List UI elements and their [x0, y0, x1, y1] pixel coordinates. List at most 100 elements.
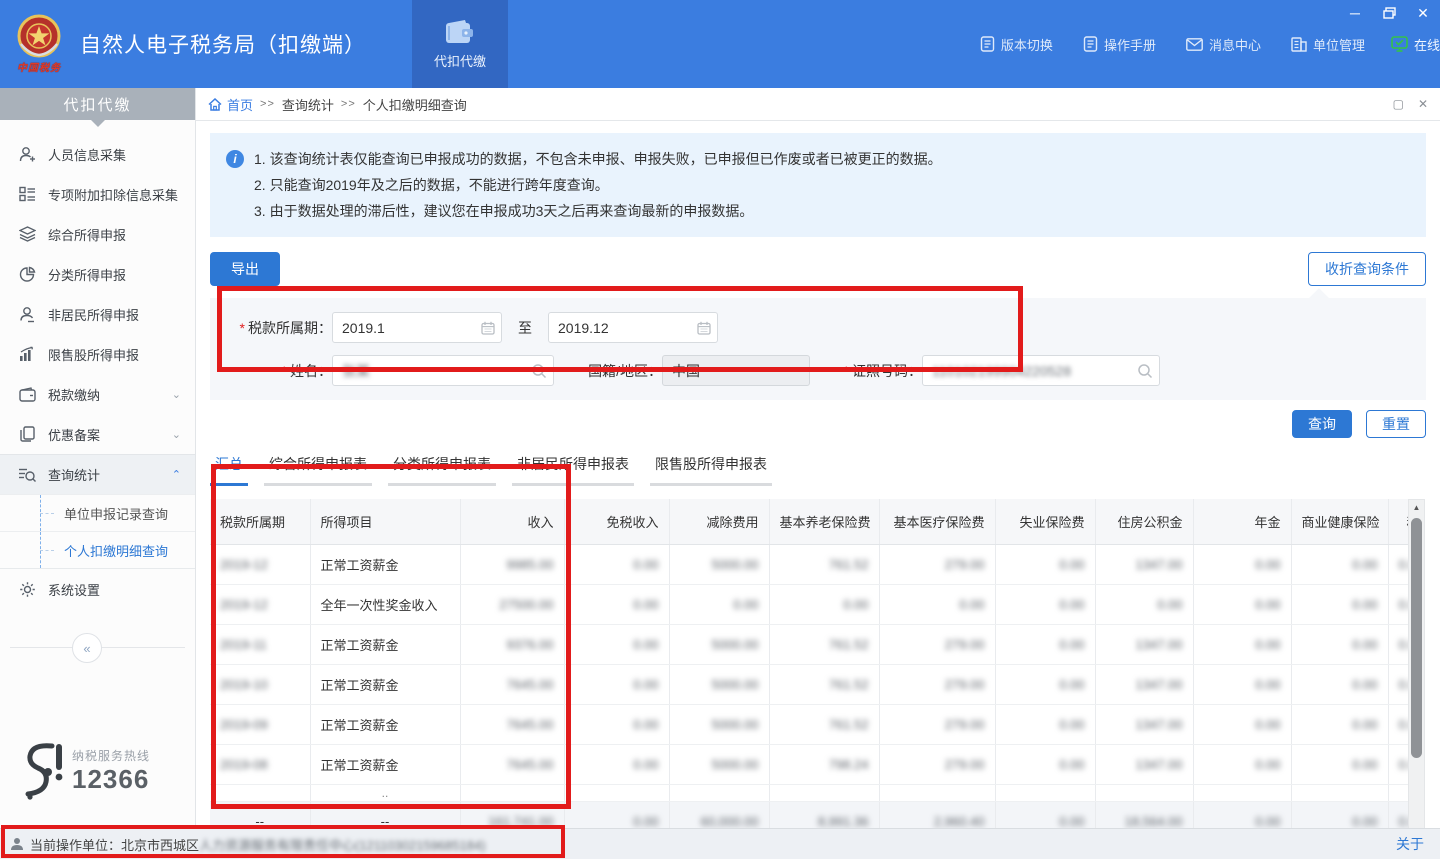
- sidebar-item-tax-payment[interactable]: 税款缴纳⌄: [0, 374, 195, 414]
- hotline-block: 纳税服务热线 12366: [18, 742, 150, 800]
- sidebar-item-special-deduction[interactable]: 专项附加扣除信息采集: [0, 174, 195, 214]
- collapse-query-button[interactable]: 收折查询条件: [1308, 252, 1426, 286]
- notice-lines: 1. 该查询统计表仅能查询已申报成功的数据，不包含未申报、申报失败，已申报但已作…: [254, 146, 942, 224]
- restore-button[interactable]: [1380, 4, 1398, 22]
- wallet-icon: [18, 385, 36, 403]
- table-row[interactable]: 2019-12正常工资薪金9985.000.005000.00761.52279…: [210, 544, 1408, 584]
- top-link-label: 操作手册: [1104, 35, 1156, 54]
- tab-classified[interactable]: 分类所得申报表: [388, 454, 496, 486]
- sidebar-item-classified-income[interactable]: 分类所得申报: [0, 254, 195, 294]
- hotline-label: 纳税服务热线: [72, 747, 150, 764]
- table-row[interactable]: 2019-10正常工资薪金7645.000.005000.00761.52279…: [210, 664, 1408, 704]
- blurred-cell-value: 0.00: [633, 557, 658, 572]
- period-label: 税款所属期：: [210, 318, 332, 338]
- pane-close-icon[interactable]: ✕: [1418, 97, 1428, 111]
- blurred-cell-value: 0.00: [633, 717, 658, 732]
- blurred-cell-value: 9376.00: [507, 637, 554, 652]
- result-table: 税款所属期所得项目收入免税收入减除费用基本养老保险费基本医疗保险费失业保险费住房…: [210, 499, 1408, 828]
- query-button[interactable]: 查询: [1292, 410, 1352, 438]
- blurred-cell-value: 279.00: [945, 717, 985, 732]
- top-link-message-center[interactable]: 消息中心: [1186, 35, 1261, 54]
- tab-withholding-label: 代扣代缴: [434, 51, 486, 70]
- totals-blurred-value: 2,960.40: [934, 814, 985, 829]
- blurred-cell-value: 2019-12: [220, 557, 268, 572]
- period-to-input[interactable]: 2019.12: [548, 312, 718, 343]
- current-unit-prefix: 当前操作单位：: [30, 835, 121, 854]
- top-link-manual[interactable]: 操作手册: [1083, 35, 1156, 54]
- name-label: 姓名：: [210, 361, 332, 381]
- home-icon: [208, 98, 222, 111]
- person-plus-icon: [18, 145, 36, 163]
- vertical-scrollbar[interactable]: ▲ ▼: [1408, 499, 1425, 828]
- minimize-button[interactable]: ─: [1346, 4, 1364, 22]
- top-link-version-switch[interactable]: 版本切换: [980, 35, 1053, 54]
- pane-maximize-icon[interactable]: ▢: [1393, 97, 1404, 111]
- scroll-down-arrow[interactable]: ▼: [1409, 825, 1424, 828]
- notice-box: i 1. 该查询统计表仅能查询已申报成功的数据，不包含未申报、申报失败，已申报但…: [210, 133, 1426, 237]
- blurred-cell-value: 0.00: [633, 597, 658, 612]
- search-icon[interactable]: [531, 363, 547, 379]
- table-row[interactable]: 2019-11正常工资薪金9376.000.005000.00761.52279…: [210, 624, 1408, 664]
- sidebar-item-personnel-info[interactable]: 人员信息采集: [0, 134, 195, 174]
- sidebar-collapse-button[interactable]: «: [72, 633, 102, 663]
- close-button[interactable]: ✕: [1414, 4, 1432, 22]
- totals-blurred-value: 0.00: [1352, 814, 1377, 829]
- sidebar-item-comprehensive-income[interactable]: 综合所得申报: [0, 214, 195, 254]
- scroll-up-arrow[interactable]: ▲: [1409, 500, 1424, 514]
- period-to-value: 2019.12: [558, 320, 609, 336]
- period-from-input[interactable]: 2019.1: [332, 312, 502, 343]
- column-header: 基本医疗保险费: [879, 499, 995, 544]
- search-icon[interactable]: [1137, 363, 1153, 379]
- vertical-scroll-thumb[interactable]: [1411, 518, 1422, 758]
- blurred-cell-value: 0.00: [1399, 557, 1409, 572]
- breadcrumb-home[interactable]: 首页: [208, 95, 253, 114]
- sidebar-item-nonresident-income[interactable]: 非居民所得申报: [0, 294, 195, 334]
- sidebar-item-system-settings[interactable]: 系统设置: [0, 569, 195, 609]
- sidebar-item-label: 综合所得申报: [48, 225, 181, 244]
- copy-icon: [18, 425, 36, 443]
- sidebar-subitem-individual-withholding-query[interactable]: 个人扣缴明细查询: [0, 531, 195, 568]
- column-header: 收入: [460, 499, 564, 544]
- blurred-cell-value: 0.00: [1059, 637, 1084, 652]
- sidebar-subitem-label: 个人扣缴明细查询: [64, 541, 168, 560]
- sidebar-item-restricted-stock[interactable]: 限售股所得申报: [0, 334, 195, 374]
- totals-blurred-value: 8,991.36: [818, 814, 869, 829]
- reset-button[interactable]: 重置: [1366, 410, 1426, 438]
- table-row[interactable]: 2019-09正常工资薪金7645.000.005000.00761.52279…: [210, 704, 1408, 744]
- blurred-cell-value: 0.00: [733, 597, 758, 612]
- income-item-cell: 正常工资薪金: [321, 718, 399, 733]
- window-controls: ─ ✕: [1346, 4, 1432, 22]
- tab-nonresident[interactable]: 非居民所得申报表: [512, 454, 634, 486]
- top-link-unit-management[interactable]: 单位管理: [1291, 35, 1365, 54]
- chevron-up-icon: ⌃: [172, 468, 181, 481]
- blurred-cell-value: 0.00: [1352, 637, 1377, 652]
- tax-emblem-icon: [17, 14, 61, 58]
- blurred-cell-value: 0.00: [1059, 757, 1084, 772]
- about-link[interactable]: 关于: [1396, 834, 1424, 854]
- sidebar-subitem-unit-report-query[interactable]: 单位申报记录查询: [0, 494, 195, 531]
- calendar-icon[interactable]: [697, 321, 711, 335]
- blurred-cell-value: 27500.00: [499, 597, 553, 612]
- name-input[interactable]: 张某: [332, 355, 554, 386]
- blurred-cell-value: 0.00: [1059, 557, 1084, 572]
- mail-icon: [1186, 38, 1203, 51]
- blurred-cell-value: 0.00: [1255, 557, 1280, 572]
- tab-withholding[interactable]: 代扣代缴: [412, 0, 508, 88]
- table-row[interactable]: 2019-12全年一次性奖金收入27500.000.000.000.000.00…: [210, 584, 1408, 624]
- blurred-cell-value: 798.24: [829, 757, 869, 772]
- sidebar-header: 代扣代缴: [0, 88, 195, 120]
- export-button[interactable]: 导出: [210, 252, 280, 286]
- totals-placeholder: --: [381, 814, 390, 829]
- tab-comprehensive[interactable]: 综合所得申报表: [264, 454, 372, 486]
- sidebar-item-query-statistics[interactable]: 查询统计⌃: [0, 454, 195, 494]
- tab-restricted-stock[interactable]: 限售股所得申报表: [650, 454, 772, 486]
- sidebar-item-preference-filing[interactable]: 优惠备案⌄: [0, 414, 195, 454]
- result-tabs: 汇总综合所得申报表分类所得申报表非居民所得申报表限售股所得申报表: [210, 454, 1426, 486]
- app-title: 自然人电子税务局（扣缴端）: [80, 29, 366, 59]
- id-number-input[interactable]: 110102199904220528: [922, 355, 1160, 386]
- table-row[interactable]: 2019-08正常工资薪金7645.000.005000.00798.24279…: [210, 744, 1408, 784]
- column-header: 住房公积金: [1095, 499, 1193, 544]
- blurred-cell-value: 2019-12: [220, 597, 268, 612]
- tab-summary[interactable]: 汇总: [210, 454, 248, 486]
- calendar-icon[interactable]: [481, 321, 495, 335]
